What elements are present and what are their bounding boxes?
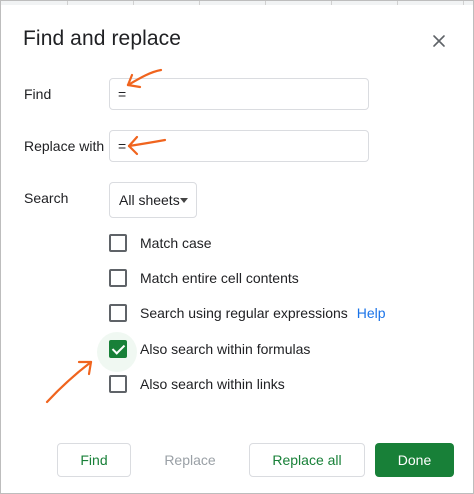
search-formulas-label: Also search within formulas [140, 341, 311, 357]
replace-all-button[interactable]: Replace all [249, 443, 365, 477]
match-entire-cell-label: Match entire cell contents [140, 270, 299, 286]
option-match-entire-cell[interactable]: Match entire cell contents [109, 268, 299, 288]
regex-label: Search using regular expressions [140, 305, 348, 321]
find-label: Find [24, 86, 52, 102]
option-regex[interactable]: Search using regular expressions Help [109, 303, 386, 323]
search-label: Search [24, 190, 69, 206]
search-links-label: Also search within links [140, 376, 285, 392]
search-scope-select[interactable]: All sheets [109, 182, 197, 218]
search-scope-value: All sheets [119, 192, 180, 208]
match-entire-cell-checkbox[interactable] [109, 269, 127, 287]
regex-checkbox[interactable] [109, 304, 127, 322]
help-link[interactable]: Help [357, 305, 386, 321]
option-match-case[interactable]: Match case [109, 233, 212, 253]
close-icon [433, 35, 445, 47]
search-formulas-checkbox[interactable] [109, 340, 127, 358]
option-search-links[interactable]: Also search within links [109, 374, 285, 394]
match-case-checkbox[interactable] [109, 234, 127, 252]
done-button[interactable]: Done [375, 443, 454, 477]
find-button[interactable]: Find [57, 443, 131, 477]
replace-input[interactable] [109, 130, 369, 162]
option-search-formulas[interactable]: Also search within formulas [109, 339, 310, 359]
dialog-title: Find and replace [23, 27, 182, 50]
search-links-checkbox[interactable] [109, 375, 127, 393]
find-replace-dialog: Find and replace Find Replace with Searc… [1, 5, 473, 493]
find-input[interactable] [109, 78, 369, 110]
caret-down-icon [180, 198, 188, 203]
match-case-label: Match case [140, 235, 212, 251]
replace-label: Replace with [24, 138, 105, 154]
close-button[interactable] [425, 27, 453, 55]
window-frame: Find and replace Find Replace with Searc… [0, 0, 474, 494]
replace-button[interactable]: Replace [143, 443, 237, 477]
